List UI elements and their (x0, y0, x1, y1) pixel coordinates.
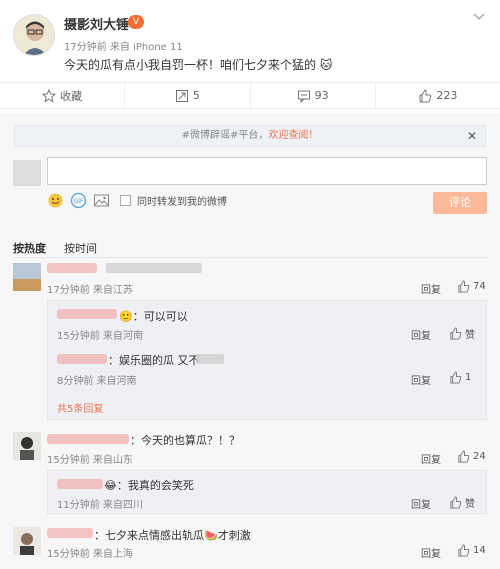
reply-text: ：娱乐圈的瓜 又不 (108, 354, 200, 367)
reply-text-body: ：可以可以 (132, 310, 188, 323)
my-avatar (13, 160, 41, 186)
like-count: 1 (465, 372, 472, 383)
redacted-username[interactable] (47, 434, 129, 444)
like-label: 赞 (465, 330, 475, 341)
redacted-username[interactable] (57, 479, 103, 489)
repost-count: 5 (192, 89, 200, 102)
comment-text: ：七夕来点情感出轨瓜🍉才刺激 (94, 527, 251, 543)
comment-like-button[interactable]: 24 (457, 450, 486, 463)
reply-button[interactable]: 回复 (421, 545, 441, 560)
thumbs-up-icon (450, 327, 462, 340)
reply-button[interactable]: 回复 (421, 451, 441, 466)
thumbs-up-icon (458, 544, 470, 557)
post-text-body: 今天的瓜有点小我自罚一杯！咱们七夕来个猛的 (64, 58, 317, 72)
cat-emoji-icon: 🐱 (319, 58, 333, 72)
like-count: 74 (473, 281, 486, 292)
like-count: 24 (473, 451, 486, 462)
emoji-icon[interactable] (47, 192, 64, 209)
laugh-emoji-icon: 😂 (104, 479, 117, 492)
thumbs-up-icon (450, 371, 462, 384)
divider (13, 257, 487, 258)
favorite-label: 收藏 (60, 89, 83, 103)
redacted-username[interactable] (47, 263, 97, 273)
redacted-text (106, 263, 202, 273)
redacted-text (196, 354, 224, 364)
post-meta: 17分钟前 来自 iPhone 11 (64, 42, 183, 53)
smile-emoji-icon: 🙂 (119, 310, 133, 323)
reply-button[interactable]: 回复 (411, 327, 431, 342)
image-icon[interactable] (93, 192, 110, 209)
action-bar: 收藏 5 93 223 (0, 82, 500, 109)
gif-icon[interactable]: GIF (70, 192, 87, 209)
vip-badge-icon: V (128, 15, 144, 29)
author-avatar[interactable] (13, 14, 55, 56)
like-label: 赞 (465, 499, 475, 510)
comment-count: 93 (314, 89, 329, 102)
notice-prefix[interactable]: #微博辟谣# (182, 130, 239, 141)
reply-like-button[interactable]: 1 (449, 371, 471, 384)
reply-meta: 11分钟前 来自四川 (57, 500, 143, 511)
melon-emoji-icon: 🍉 (204, 529, 218, 542)
comment-icon (297, 90, 310, 103)
reply-text-body: ：我真的会笑死 (116, 479, 194, 492)
rumor-notice: #微博辟谣#平台，欢迎查阅！ ✕ (14, 125, 486, 147)
chevron-down-icon[interactable] (472, 12, 486, 22)
reply-meta: 15分钟前 来自河南 (57, 331, 143, 342)
avatar[interactable] (13, 263, 41, 291)
comment-meta: 15分钟前 来自上海 (47, 549, 133, 560)
compose-tools: GIF 同时转发到我的微博 (47, 190, 227, 210)
like-button[interactable]: 223 (376, 83, 500, 108)
reply-button[interactable]: 回复 (421, 281, 441, 296)
sort-tabs: 按热度 按时间 (13, 240, 97, 256)
comment-like-button[interactable]: 74 (457, 280, 486, 293)
submit-comment-button[interactable]: 评论 (433, 192, 487, 214)
comment-text-body: ：七夕来点情感出轨瓜 (94, 529, 204, 542)
notice-middle: 平台， (238, 130, 269, 141)
comment-meta: 17分钟前 来自江苏 (47, 285, 133, 296)
post-text: 今天的瓜有点小我自罚一杯！咱们七夕来个猛的 🐱 (64, 56, 332, 73)
comment-text-tail: 才刺激 (217, 529, 251, 542)
thumbs-up-icon (450, 496, 462, 509)
like-count: 14 (473, 545, 486, 556)
reply-like-button[interactable]: 赞 (449, 326, 475, 341)
like-count: 223 (436, 89, 458, 102)
redacted-username[interactable] (57, 309, 117, 319)
thumbs-up-icon (458, 450, 470, 463)
comment-input[interactable] (47, 157, 487, 185)
thumbs-up-icon (419, 88, 432, 102)
reply-like-button[interactable]: 赞 (449, 495, 475, 510)
reply-button[interactable]: 回复 (411, 372, 431, 387)
tab-sort-hot[interactable]: 按热度 (13, 240, 46, 256)
avatar[interactable] (13, 527, 41, 555)
reply-meta: 8分钟前 来自河南 (57, 376, 137, 387)
reply-text: 🙂：可以可以 (119, 308, 188, 324)
comment-meta: 15分钟前 来自山东 (47, 455, 133, 466)
redacted-username[interactable] (47, 528, 93, 538)
avatar[interactable] (13, 432, 41, 460)
svg-text:GIF: GIF (74, 198, 84, 205)
thumbs-up-icon (458, 280, 470, 293)
more-replies-link[interactable]: 共5条回复 (57, 400, 103, 415)
repost-button[interactable]: 5 (125, 83, 251, 108)
repost-checkbox[interactable] (120, 194, 131, 206)
star-icon (42, 88, 57, 103)
repost-label: 同时转发到我的微博 (137, 196, 227, 208)
reply-button[interactable]: 回复 (411, 496, 431, 511)
repost-icon (175, 89, 188, 102)
notice-link[interactable]: 欢迎查阅！ (268, 130, 318, 141)
reply-text: 😂：我真的会笑死 (104, 477, 194, 493)
redacted-username[interactable] (57, 354, 107, 364)
tab-sort-time[interactable]: 按时间 (64, 240, 97, 256)
favorite-button[interactable]: 收藏 (0, 83, 126, 108)
comment-text: ：今天的也算瓜？！？ (130, 434, 240, 447)
comment-button[interactable]: 93 (251, 83, 376, 108)
post-card: 摄影刘大锤 V 17分钟前 来自 iPhone 11 今天的瓜有点小我自罚一杯！… (0, 0, 500, 78)
author-name[interactable]: 摄影刘大锤 (64, 14, 129, 33)
close-icon[interactable]: ✕ (467, 126, 477, 146)
comment-like-button[interactable]: 14 (457, 544, 486, 557)
